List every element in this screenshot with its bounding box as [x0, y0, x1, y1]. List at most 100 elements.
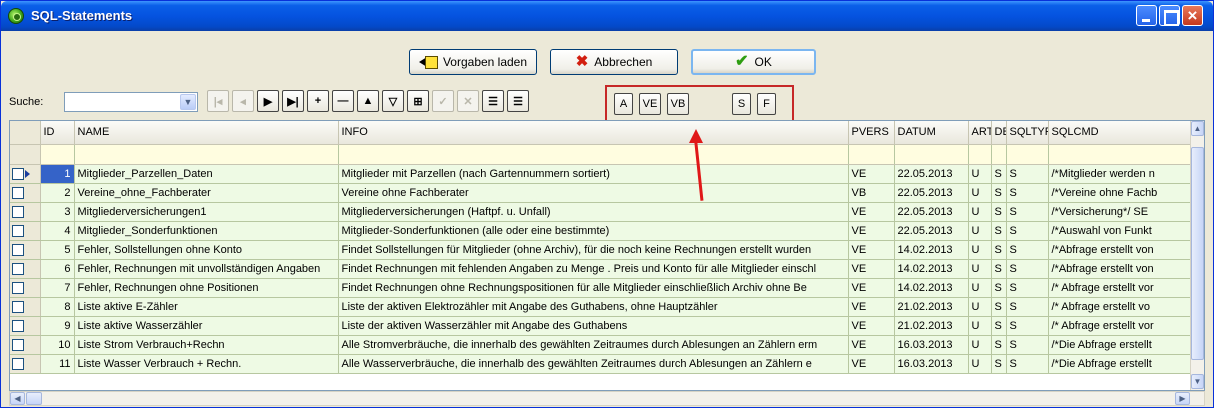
table-row[interactable]: 1 Mitglieder_Parzellen_Daten Mitglieder mi… — [10, 164, 1193, 184]
cell-name[interactable]: Fehler, Rechnungen mit unvollständigen A… — [74, 259, 339, 279]
cell-sqlcmd[interactable]: /*Die Abfrage erstellt — [1048, 354, 1193, 374]
cell-name[interactable]: Liste aktive E-Zähler — [74, 297, 339, 317]
cell-art[interactable]: U — [968, 278, 992, 298]
cell-datum[interactable]: 16.03.2013 — [894, 354, 969, 374]
cell-de[interactable]: S — [991, 240, 1007, 260]
cell-art[interactable]: U — [968, 316, 992, 336]
chevron-down-icon[interactable]: ▼ — [180, 94, 196, 110]
filter-cell[interactable] — [40, 144, 75, 165]
cell-sqltyp[interactable]: S — [1006, 240, 1049, 260]
cell-info[interactable]: Mitgliederversicherungen (Haftpf. u. Unf… — [338, 202, 849, 222]
cell-pvers[interactable]: VB — [848, 183, 895, 203]
cell-info[interactable]: Mitglieder-Sonderfunktionen (alle oder e… — [338, 221, 849, 241]
cell-sqlcmd[interactable]: /*Abfrage erstellt von — [1048, 259, 1193, 279]
cell-sqlcmd[interactable]: /*Auswahl von Funkt — [1048, 221, 1193, 241]
nav-post-button[interactable]: ✓ — [432, 90, 454, 112]
filter-cell[interactable] — [848, 144, 895, 165]
scroll-up-button[interactable]: ▲ — [1191, 121, 1204, 136]
cell-datum[interactable]: 14.02.2013 — [894, 278, 969, 298]
nav-add-lines-button[interactable]: ☰ — [482, 90, 504, 112]
cell-sqltyp[interactable]: S — [1006, 354, 1049, 374]
nav-filter-button[interactable]: ▽ — [382, 90, 404, 112]
horizontal-scroll-thumb[interactable] — [26, 392, 42, 405]
cell-de[interactable]: S — [991, 354, 1007, 374]
row-checkbox[interactable] — [12, 243, 24, 256]
cell-sqltyp[interactable]: S — [1006, 335, 1049, 355]
cell-art[interactable]: U — [968, 221, 992, 241]
title-bar[interactable]: SQL-Statements × — [1, 1, 1213, 31]
row-selector[interactable] — [10, 354, 41, 374]
cell-art[interactable]: U — [968, 354, 992, 374]
minimize-button[interactable] — [1136, 5, 1157, 26]
cell-info[interactable]: Liste der aktiven Elektrozähler mit Anga… — [338, 297, 849, 317]
scroll-left-button[interactable]: ◀ — [10, 392, 25, 405]
cell-sqltyp[interactable]: S — [1006, 297, 1049, 317]
cell-de[interactable]: S — [991, 183, 1007, 203]
row-checkbox[interactable] — [12, 262, 24, 275]
nav-last-button[interactable]: ▶| — [282, 90, 304, 112]
cell-id[interactable]: 2 — [40, 183, 75, 203]
column-header-art[interactable]: ART — [968, 121, 992, 145]
cell-de[interactable]: S — [991, 202, 1007, 222]
table-row[interactable]: 3 Mitgliederversicherungen1 Mitgliedervers… — [10, 202, 1193, 222]
filter-cell[interactable] — [1048, 144, 1193, 165]
column-header-datum[interactable]: DATUM — [894, 121, 969, 145]
nav-prior-button[interactable]: ◂ — [232, 90, 254, 112]
cell-pvers[interactable]: VE — [848, 240, 895, 260]
cell-id[interactable]: 3 — [40, 202, 75, 222]
cell-sqltyp[interactable]: S — [1006, 316, 1049, 336]
cell-sqltyp[interactable]: S — [1006, 183, 1049, 203]
cell-art[interactable]: U — [968, 202, 992, 222]
cell-info[interactable]: Vereine ohne Fachberater — [338, 183, 849, 203]
filter-cell[interactable] — [991, 144, 1007, 165]
maximize-button[interactable] — [1159, 5, 1180, 26]
cell-sqlcmd[interactable]: /* Abfrage erstellt vor — [1048, 278, 1193, 298]
cell-sqltyp[interactable]: S — [1006, 259, 1049, 279]
cell-sqltyp[interactable]: S — [1006, 164, 1049, 184]
nav-cancel-button[interactable]: ✕ — [457, 90, 479, 112]
cell-de[interactable]: S — [991, 316, 1007, 336]
cell-id[interactable]: 8 — [40, 297, 75, 317]
table-row[interactable]: 5 Fehler, Sollstellungen ohne Konto Findet… — [10, 240, 1193, 260]
cell-art[interactable]: U — [968, 240, 992, 260]
cell-pvers[interactable]: VE — [848, 354, 895, 374]
row-checkbox[interactable] — [12, 186, 24, 199]
cell-sqlcmd[interactable]: /*Abfrage erstellt von — [1048, 240, 1193, 260]
row-selector[interactable] — [10, 278, 41, 298]
row-selector[interactable] — [10, 183, 41, 203]
cell-datum[interactable]: 14.02.2013 — [894, 240, 969, 260]
row-selector[interactable] — [10, 316, 41, 336]
vertical-scroll-thumb[interactable] — [1191, 147, 1204, 360]
column-header-sqlcmd[interactable]: SQLCMD — [1048, 121, 1193, 145]
cell-art[interactable]: U — [968, 297, 992, 317]
cell-info[interactable]: Liste der aktiven Wasserzähler mit Angab… — [338, 316, 849, 336]
row-checkbox[interactable] — [12, 281, 24, 294]
column-header-de[interactable]: DE — [991, 121, 1007, 145]
table-row[interactable]: 4 Mitglieder_Sonderfunktionen Mitglieder-S… — [10, 221, 1193, 241]
row-selector[interactable] — [10, 164, 41, 184]
filter-cell[interactable] — [74, 144, 339, 165]
row-selector[interactable] — [10, 221, 41, 241]
row-checkbox[interactable] — [12, 357, 24, 370]
nav-delete-button[interactable]: — — [332, 90, 354, 112]
row-selector[interactable] — [10, 335, 41, 355]
cell-pvers[interactable]: VE — [848, 221, 895, 241]
cell-pvers[interactable]: VE — [848, 297, 895, 317]
cell-sqlcmd[interactable]: /* Abfrage erstellt vor — [1048, 316, 1193, 336]
cancel-button[interactable]: ✖ Abbrechen — [550, 49, 678, 75]
cell-id[interactable]: 9 — [40, 316, 75, 336]
vertical-scrollbar[interactable]: ▲ ▼ — [1190, 121, 1204, 390]
load-defaults-button[interactable]: Vorgaben laden — [409, 49, 537, 75]
cell-name[interactable]: Fehler, Rechnungen ohne Positionen — [74, 278, 339, 298]
cell-info[interactable]: Alle Stromverbräuche, die innerhalb des … — [338, 335, 849, 355]
filter-row[interactable] — [10, 144, 1193, 165]
cell-name[interactable]: Mitglieder_Sonderfunktionen — [74, 221, 339, 241]
cell-id[interactable]: 4 — [40, 221, 75, 241]
cell-name[interactable]: Vereine_ohne_Fachberater — [74, 183, 339, 203]
nav-insert-button[interactable]: + — [307, 90, 329, 112]
cell-id[interactable]: 7 — [40, 278, 75, 298]
cell-de[interactable]: S — [991, 335, 1007, 355]
cell-sqlcmd[interactable]: /*Mitglieder werden n — [1048, 164, 1193, 184]
row-selector[interactable] — [10, 240, 41, 260]
cell-datum[interactable]: 16.03.2013 — [894, 335, 969, 355]
